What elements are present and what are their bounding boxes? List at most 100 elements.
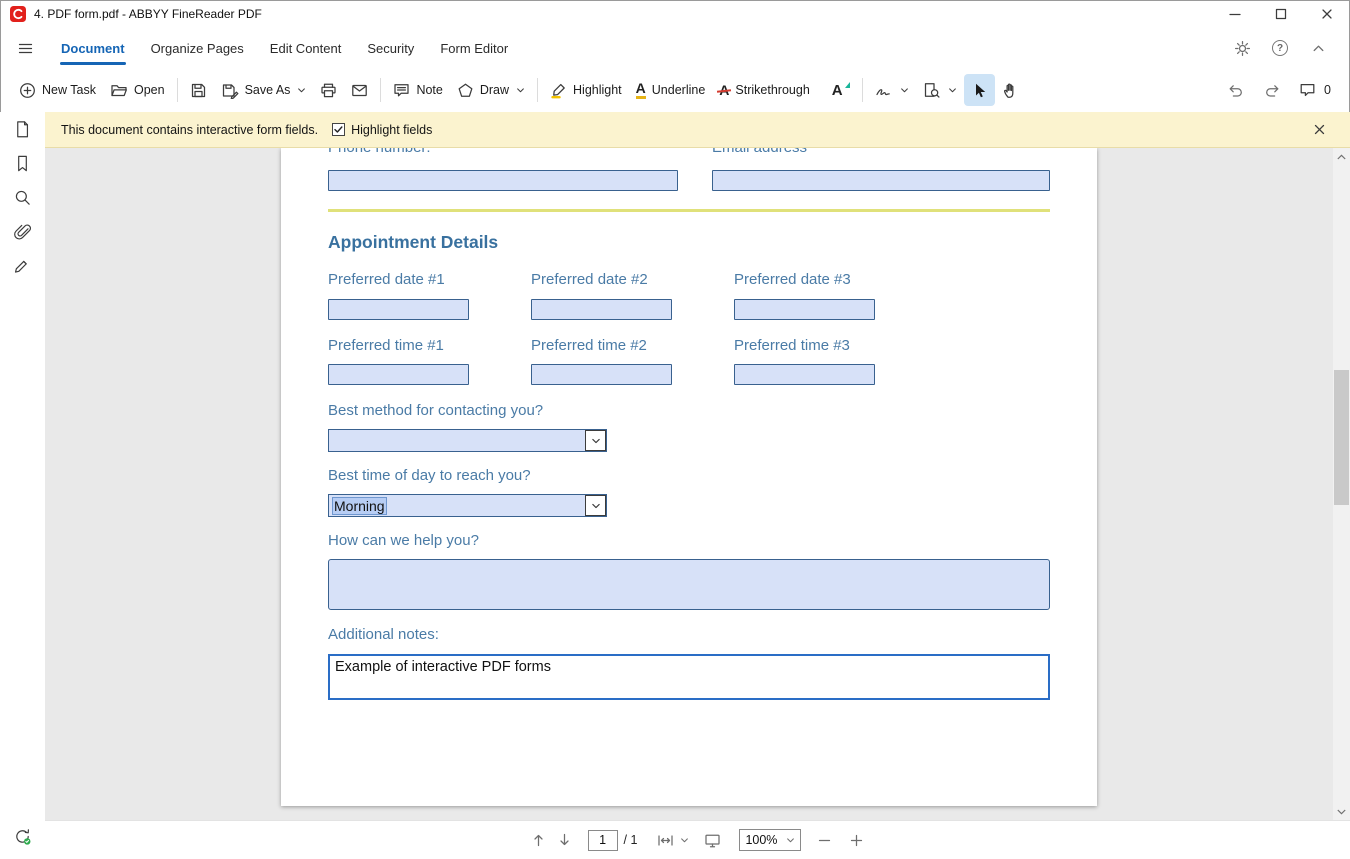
underline-a-icon: A [636,81,646,100]
dropdown-chevron-button[interactable] [585,430,606,451]
tab-label: Organize Pages [151,41,244,56]
hand-icon [1002,82,1019,99]
window-controls [1212,0,1350,28]
tab-organize-pages[interactable]: Organize Pages [138,28,257,68]
vertical-scrollbar[interactable] [1333,148,1350,820]
tab-security[interactable]: Security [354,28,427,68]
help-textarea[interactable] [328,559,1050,610]
select-cursor-button[interactable] [964,74,995,106]
signature-icon [875,82,893,99]
scrollbar-thumb[interactable] [1334,370,1349,505]
tab-document[interactable]: Document [48,28,138,68]
email-address-label: Email address [712,148,807,156]
zoom-in-button[interactable] [843,827,869,853]
tab-label: Security [367,41,414,56]
print-button[interactable] [313,74,344,106]
pdf-page: Phone number: Email address Appointment … [281,148,1097,806]
fit-width-button[interactable] [657,832,689,849]
hand-pan-button[interactable] [995,74,1026,106]
pages-panel-icon[interactable] [0,112,45,146]
plus-circle-icon [19,82,36,99]
next-page-button[interactable] [552,827,578,853]
notification-close-icon[interactable] [1313,123,1326,136]
preferred-date-2-field[interactable] [531,299,672,320]
section-title: Appointment Details [328,232,498,253]
contact-method-value [329,430,585,451]
additional-notes-label: Additional notes: [328,626,439,643]
chevron-down-icon [900,86,909,95]
page-total-label: / 1 [624,833,638,847]
settings-gear-icon[interactable] [1226,34,1258,62]
bookmarks-panel-icon[interactable] [0,146,45,180]
signature-panel-icon[interactable] [0,248,45,282]
envelope-icon [351,82,368,99]
app-window: 4. PDF form.pdf - ABBYY FineReader PDF D… [0,0,1350,859]
strikethrough-button[interactable]: A Strikethrough [712,74,816,106]
redo-button[interactable] [1256,74,1288,106]
preferred-time-3-field[interactable] [734,364,875,385]
menu-hamburger-icon[interactable] [10,33,40,63]
underline-label: Underline [652,83,706,97]
highlight-fields-checkbox[interactable]: Highlight fields [332,123,432,137]
additional-notes-textarea[interactable]: Example of interactive PDF forms [328,654,1050,700]
preferred-time-1-label: Preferred time #1 [328,337,444,354]
preferred-time-1-field[interactable] [328,364,469,385]
zoom-select[interactable]: 100% [739,829,801,851]
save-as-icon [221,82,239,99]
comments-counter[interactable]: 0 [1292,74,1338,106]
preferred-date-3-field[interactable] [734,299,875,320]
help-icon[interactable]: ? [1264,34,1296,62]
collapse-toolbar-icon[interactable] [1302,34,1334,62]
email-address-field[interactable] [712,170,1050,191]
tab-edit-content[interactable]: Edit Content [257,28,355,68]
left-sidebar [0,112,45,859]
toolbar-separator [380,78,381,102]
save-as-button[interactable]: Save As [214,74,314,106]
contact-method-dropdown[interactable] [328,429,607,452]
folder-icon [110,82,128,99]
zoom-out-button[interactable] [811,827,837,853]
attachments-panel-icon[interactable] [0,214,45,248]
title-bar: 4. PDF form.pdf - ABBYY FineReader PDF [0,0,1350,28]
redact-search-button[interactable] [916,74,964,106]
previous-page-button[interactable] [526,827,552,853]
main-area: This document contains interactive form … [0,112,1350,859]
comment-bubble-icon [1299,82,1316,98]
phone-number-field[interactable] [328,170,678,191]
minimize-button[interactable] [1212,0,1258,28]
maximize-button[interactable] [1258,0,1304,28]
phone-number-label: Phone number: [328,148,431,156]
scroll-down-arrow[interactable] [1333,803,1350,820]
search-panel-icon[interactable] [0,180,45,214]
note-button[interactable]: Note [386,74,449,106]
draw-button[interactable]: Draw [450,74,532,106]
underline-button[interactable]: A Underline [629,74,713,106]
preferred-date-3-label: Preferred date #3 [734,271,851,288]
checkbox-checked-icon [332,123,345,136]
highlight-button[interactable]: Highlight [543,74,629,106]
strikethrough-a-icon: A [719,83,729,97]
signature-button[interactable] [868,74,916,106]
preferred-time-2-field[interactable] [531,364,672,385]
dropdown-chevron-button[interactable] [585,495,606,516]
save-button[interactable] [183,74,214,106]
scroll-up-arrow[interactable] [1333,148,1350,165]
fullscreen-button[interactable] [699,827,725,853]
tab-label: Edit Content [270,41,342,56]
page-number-input[interactable]: 1 [588,830,618,851]
close-button[interactable] [1304,0,1350,28]
preferred-date-1-field[interactable] [328,299,469,320]
chevron-down-icon [786,836,795,845]
notification-message: This document contains interactive form … [61,123,318,137]
tab-form-editor[interactable]: Form Editor [427,28,521,68]
open-button[interactable]: Open [103,74,172,106]
feedback-sync-icon[interactable] [0,819,45,853]
undo-button[interactable] [1220,74,1252,106]
new-task-button[interactable]: New Task [12,74,103,106]
tabbar-right-actions: ? [1226,34,1340,62]
document-view-area: Phone number: Email address Appointment … [45,148,1350,820]
best-time-dropdown[interactable]: Morning [328,494,607,517]
email-button[interactable] [344,74,375,106]
text-mark-button[interactable]: A [825,74,850,106]
status-bar: 1 / 1 100% [45,820,1350,859]
